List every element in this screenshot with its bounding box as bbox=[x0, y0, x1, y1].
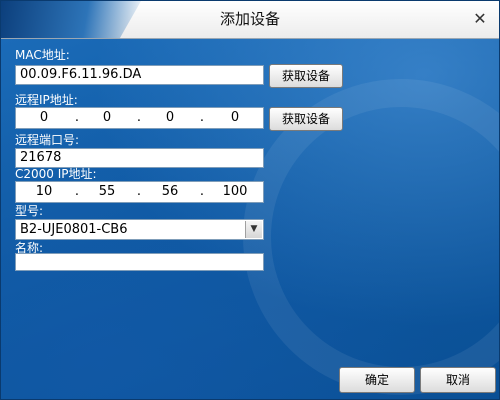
remote-port-label: 远程端口号: bbox=[15, 133, 80, 147]
remote-ip-dot-3: . bbox=[199, 110, 205, 125]
c2000-ip-octet-4[interactable]: 100 bbox=[215, 184, 255, 200]
model-select-value: B2-UJE0801-CB6 bbox=[20, 222, 128, 237]
dialog-title: 添加设备 bbox=[219, 10, 280, 28]
model-select[interactable]: B2-UJE0801-CB6 ▼ bbox=[15, 219, 264, 240]
c2000-ip-octet-1[interactable]: 10 bbox=[24, 184, 64, 200]
name-field[interactable] bbox=[15, 253, 264, 271]
chevron-down-icon[interactable]: ▼ bbox=[245, 221, 262, 238]
title-bar: 添加设备 ✕ bbox=[1, 1, 499, 39]
c2000-ip-label: C2000 IP地址: bbox=[15, 167, 97, 181]
c2000-ip-octet-3[interactable]: 56 bbox=[150, 184, 190, 200]
c2000-ip-field[interactable]: 10 . 55 . 56 . 100 bbox=[15, 181, 264, 203]
c2000-ip-dot-3: . bbox=[199, 184, 205, 199]
remote-ip-dot-1: . bbox=[74, 110, 80, 125]
remote-ip-octet-4[interactable]: 0 bbox=[215, 110, 255, 126]
cancel-button[interactable]: 取消 bbox=[420, 367, 496, 393]
c2000-ip-dot-2: . bbox=[136, 184, 142, 199]
fetch-device-button-1[interactable]: 获取设备 bbox=[269, 64, 343, 88]
remote-ip-octet-1[interactable]: 0 bbox=[24, 110, 64, 126]
c2000-ip-octet-2[interactable]: 55 bbox=[87, 184, 127, 200]
mac-field[interactable]: 00.09.F6.11.96.DA bbox=[15, 65, 264, 85]
remote-ip-dot-2: . bbox=[136, 110, 142, 125]
mac-label: MAC地址: bbox=[15, 48, 70, 62]
ok-button[interactable]: 确定 bbox=[339, 367, 415, 393]
close-icon[interactable]: ✕ bbox=[471, 10, 489, 28]
dialog-body: MAC地址: 00.09.F6.11.96.DA 获取设备 远程IP地址: 0 … bbox=[1, 39, 499, 399]
remote-ip-octet-3[interactable]: 0 bbox=[150, 110, 190, 126]
add-device-dialog: 添加设备 ✕ MAC地址: 00.09.F6.11.96.DA 获取设备 远程I… bbox=[0, 0, 500, 400]
remote-ip-label: 远程IP地址: bbox=[15, 93, 78, 107]
c2000-ip-dot-1: . bbox=[74, 184, 80, 199]
remote-ip-octet-2[interactable]: 0 bbox=[87, 110, 127, 126]
model-label: 型号: bbox=[15, 204, 44, 218]
fetch-device-button-2[interactable]: 获取设备 bbox=[269, 107, 343, 131]
remote-ip-field[interactable]: 0 . 0 . 0 . 0 bbox=[15, 107, 264, 129]
